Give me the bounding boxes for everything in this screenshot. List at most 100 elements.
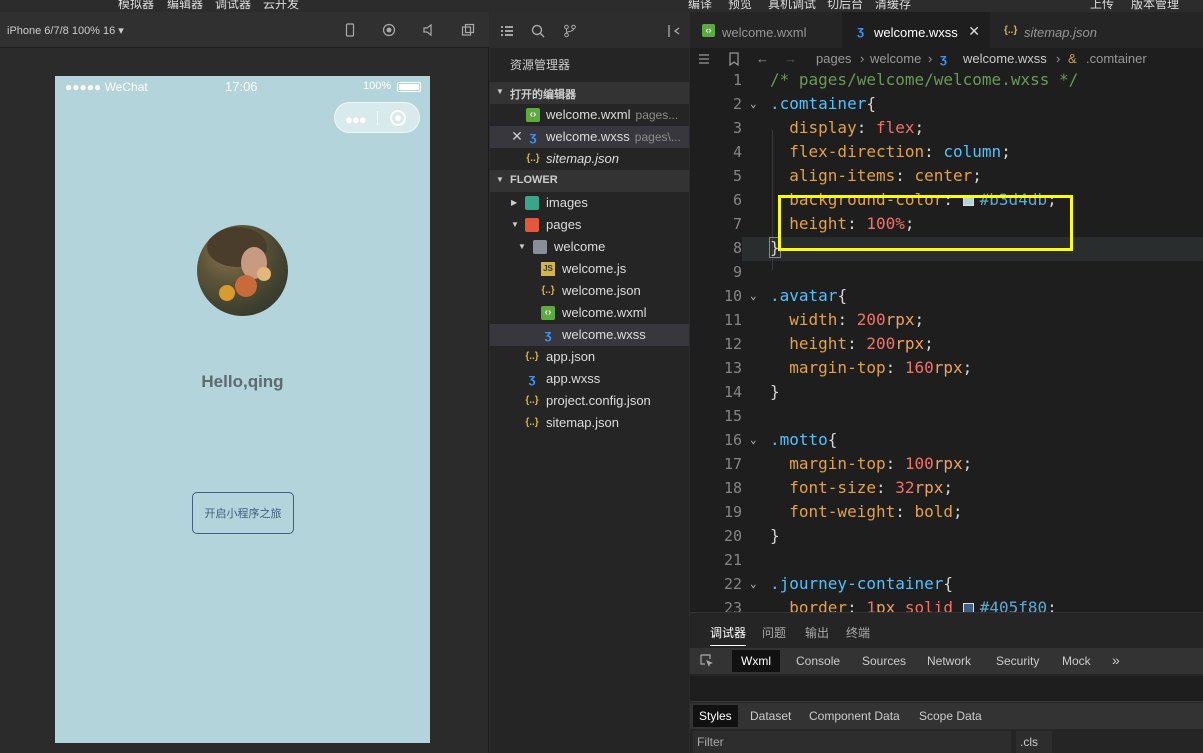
tab-security[interactable]: Security <box>996 654 1039 668</box>
menu-clear-cache[interactable]: 清缓存 <box>875 0 911 12</box>
device-select[interactable]: iPhone 6/7/8 100% 16 ▾ <box>7 24 124 37</box>
css-property: font-weight <box>789 502 896 521</box>
phone-screen: ●●●●● WeChat 17:06 100% ●●● Hello,qing 开… <box>55 76 430 743</box>
json-icon: {..} <box>525 351 539 362</box>
menu-remote-debug[interactable]: 真机调试 <box>768 0 816 12</box>
back-arrow-icon[interactable]: ← <box>756 51 769 66</box>
forward-arrow-icon[interactable]: → <box>784 51 797 66</box>
open-editor-item[interactable]: {..} sitemap.json <box>490 148 689 170</box>
tree-file[interactable]: JS welcome.js <box>490 258 689 280</box>
tab-debugger[interactable]: 调试器 <box>710 624 747 646</box>
popout-icon[interactable] <box>461 23 475 37</box>
tab-wxml[interactable]: Wxml <box>732 650 780 672</box>
menu-preview[interactable]: 预览 <box>728 0 752 12</box>
simulator-toolbar: iPhone 6/7/8 100% 16 ▾ <box>0 12 489 48</box>
tab-sitemap-json[interactable]: {..} sitemap.json <box>992 12 1132 48</box>
tab-problems[interactable]: 问题 <box>762 624 786 641</box>
list-icon[interactable] <box>698 53 710 65</box>
close-tab-icon[interactable]: ✕ <box>968 23 980 40</box>
tree-folder-welcome[interactable]: ▼ welcome <box>490 236 689 258</box>
code-line: /* pages/welcome/welcome.wxss */ <box>770 70 1078 89</box>
list-icon[interactable] <box>500 24 514 38</box>
record-icon[interactable] <box>382 23 396 37</box>
bookmark-icon[interactable] <box>728 52 740 66</box>
open-editor-item[interactable]: ✕ ʒ welcome.wxss pages\... <box>490 126 689 148</box>
menu-background[interactable]: 切后台 <box>827 0 863 12</box>
inspect-icon[interactable] <box>700 654 714 668</box>
project-section[interactable]: ▼ FLOWER <box>490 170 689 192</box>
color-swatch[interactable] <box>962 603 974 612</box>
tree-file[interactable]: {..} app.json <box>490 346 689 368</box>
volume-icon[interactable] <box>422 23 436 37</box>
close-miniprogram-icon[interactable] <box>390 110 406 126</box>
json-icon: {..} <box>526 153 540 164</box>
close-icon[interactable]: ✕ <box>510 129 524 143</box>
tree-file[interactable]: ʒ app.wxss <box>490 368 689 390</box>
code-line: .motto{ <box>770 430 838 449</box>
line-number: 10 <box>723 287 742 305</box>
tab-mock[interactable]: Mock <box>1062 654 1091 668</box>
menu-editor[interactable]: 编辑器 <box>167 0 203 12</box>
chevron-down-icon[interactable]: ⌄ <box>750 577 757 590</box>
line-number: 4 <box>732 143 742 161</box>
tab-network[interactable]: Network <box>927 654 971 668</box>
activity-bar <box>490 12 689 48</box>
file-name: welcome.wxss <box>546 129 630 144</box>
tree-folder-images[interactable]: ▶ images <box>490 192 689 214</box>
tab-welcome-wxml[interactable]: ‹› welcome.wxml <box>690 12 840 48</box>
css-selector: .avatar <box>770 286 838 305</box>
source-control-icon[interactable] <box>563 24 577 38</box>
file-name: welcome.wxml <box>562 305 647 320</box>
more-icon[interactable]: ●●● <box>345 112 367 127</box>
chevron-down-icon[interactable]: ⌄ <box>750 289 757 302</box>
tree-file[interactable]: {..} welcome.json <box>490 280 689 302</box>
tree-folder-pages[interactable]: ▼ pages <box>490 214 689 236</box>
tab-component-data[interactable]: Component Data <box>809 709 900 723</box>
cls-toggle[interactable]: .cls <box>1016 731 1052 753</box>
carrier-label: ●●●●● WeChat <box>65 80 148 94</box>
file-name: welcome.js <box>562 261 627 276</box>
tab-console[interactable]: Console <box>796 654 840 668</box>
chevron-down-icon[interactable]: ⌄ <box>750 97 757 110</box>
collapse-panel-icon[interactable] <box>667 24 681 38</box>
tree-file[interactable]: {..} project.config.json <box>490 390 689 412</box>
tab-dataset[interactable]: Dataset <box>750 709 791 723</box>
menu-upload[interactable]: 上传 <box>1090 0 1114 12</box>
tab-output[interactable]: 输出 <box>805 624 829 641</box>
tab-scope-data[interactable]: Scope Data <box>919 709 982 723</box>
tree-file-selected[interactable]: ʒ welcome.wxss <box>490 324 689 346</box>
chevron-right-icon: › <box>1056 51 1061 66</box>
line-number: 21 <box>723 551 742 569</box>
open-editors-label: 打开的编辑器 <box>510 89 576 101</box>
css-property: margin-top <box>789 358 886 377</box>
start-journey-button[interactable]: 开启小程序之旅 <box>192 492 294 534</box>
search-icon[interactable] <box>531 24 545 38</box>
menu-debugger[interactable]: 调试器 <box>215 0 251 12</box>
annotation-highlight-box <box>778 195 1073 251</box>
file-explorer: 资源管理器 ▼ 打开的编辑器 ‹› welcome.wxml pages... ✕… <box>490 12 689 753</box>
tab-welcome-wxss[interactable]: ʒ welcome.wxss ✕ <box>842 12 990 48</box>
tree-file[interactable]: {..} sitemap.json <box>490 412 689 434</box>
tab-sources[interactable]: Sources <box>862 654 906 668</box>
chevron-down-icon[interactable]: ⌄ <box>750 433 757 446</box>
menu-compile[interactable]: 编译 <box>688 0 712 12</box>
more-tabs-icon[interactable]: » <box>1112 652 1120 668</box>
menu-simulator[interactable]: 模拟器 <box>118 0 154 12</box>
tab-styles[interactable]: Styles <box>693 705 738 727</box>
open-editor-item[interactable]: ‹› welcome.wxml pages... <box>490 104 689 126</box>
breadcrumb-item[interactable]: welcome.wxss <box>963 51 1047 66</box>
tree-file[interactable]: ‹› welcome.wxml <box>490 302 689 324</box>
menu-cloud[interactable]: 云开发 <box>263 0 299 12</box>
breadcrumb: ← → pages › welcome › ʒ welcome.wxss › &… <box>690 48 1203 70</box>
breadcrumb-item[interactable]: .comtainer <box>1086 51 1147 66</box>
breadcrumb-item[interactable]: pages <box>816 51 851 66</box>
styles-filter-input[interactable]: Filter <box>693 731 1011 753</box>
code-editor: ‹› welcome.wxml ʒ welcome.wxss ✕ {..} si… <box>690 12 1203 612</box>
css-selector: .motto <box>770 430 828 449</box>
menu-version[interactable]: 版本管理 <box>1131 0 1179 12</box>
phone-icon[interactable] <box>343 23 357 37</box>
open-editors-section[interactable]: ▼ 打开的编辑器 <box>490 82 689 104</box>
breadcrumb-item[interactable]: welcome <box>870 51 921 66</box>
tab-terminal[interactable]: 终端 <box>846 624 870 641</box>
line-number: 19 <box>723 503 742 521</box>
